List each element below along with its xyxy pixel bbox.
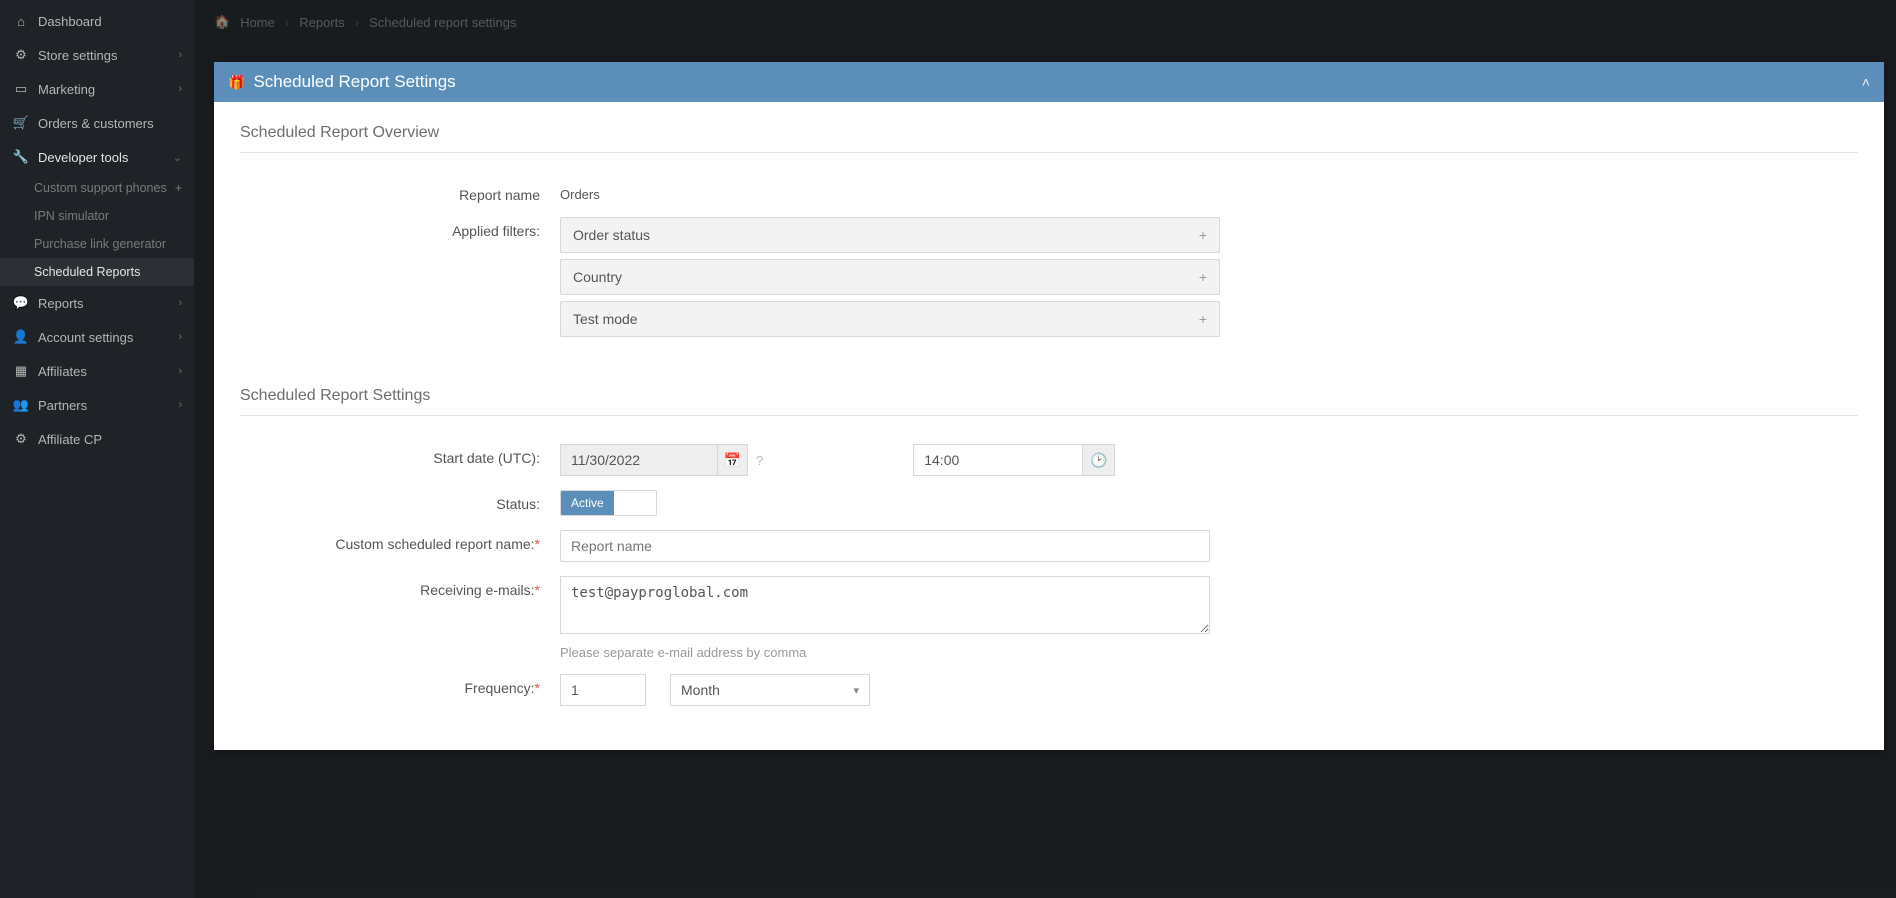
calendar-icon: 📅: [724, 452, 741, 469]
start-date-input[interactable]: [560, 444, 718, 476]
clock-button[interactable]: 🕑: [1083, 444, 1115, 476]
chevron-right-icon: ›: [178, 49, 182, 61]
nav-account-settings[interactable]: 👤 Account settings ›: [0, 320, 194, 354]
breadcrumb-separator: ›: [285, 15, 289, 30]
report-name-value: Orders: [560, 181, 1220, 202]
nav-partners[interactable]: 👥 Partners ›: [0, 388, 194, 422]
section-divider: [240, 415, 1858, 416]
nav-affiliate-cp[interactable]: ⚙ Affiliate CP: [0, 422, 194, 456]
plus-icon: +: [1199, 227, 1207, 243]
breadcrumb-separator: ›: [355, 15, 359, 30]
frequency-number-input[interactable]: [560, 674, 646, 706]
nav-store-settings[interactable]: ⚙ Store settings ›: [0, 38, 194, 72]
start-date-label: Start date (UTC):: [240, 444, 560, 466]
nav-label: Store settings: [38, 48, 118, 63]
nav-label: Partners: [38, 398, 87, 413]
breadcrumb-home[interactable]: Home: [240, 15, 275, 30]
emails-helper-text: Please separate e-mail address by comma: [560, 645, 1220, 660]
nav-sub-ipn-simulator[interactable]: IPN simulator: [0, 202, 194, 230]
status-toggle-handle: [614, 491, 656, 515]
overview-section-title: Scheduled Report Overview: [240, 124, 1858, 142]
nav-orders-customers[interactable]: 🛒 Orders & customers: [0, 106, 194, 140]
gear-icon: ⚙: [12, 431, 30, 447]
home-outline-icon: ⌂: [12, 14, 30, 29]
custom-name-label: Custom scheduled report name:*: [240, 530, 560, 552]
cart-icon: 🛒: [12, 115, 30, 131]
wrench-icon: 🔧: [12, 149, 30, 165]
frequency-unit-value: Month: [681, 682, 720, 698]
nav-sub-label: IPN simulator: [34, 209, 109, 223]
filter-test-mode[interactable]: Test mode +: [560, 301, 1220, 337]
chevron-right-icon: ›: [178, 331, 182, 343]
nav-label: Affiliates: [38, 364, 87, 379]
nav-sub-purchase-link-generator[interactable]: Purchase link generator: [0, 230, 194, 258]
panel-title: Scheduled Report Settings: [253, 72, 455, 92]
frequency-label: Frequency:*: [240, 674, 560, 696]
section-divider: [240, 152, 1858, 153]
applied-filters-label: Applied filters:: [240, 217, 560, 239]
nav-developer-tools[interactable]: 🔧 Developer tools ⌄: [0, 140, 194, 174]
breadcrumb-reports[interactable]: Reports: [299, 15, 345, 30]
calendar-button[interactable]: 📅: [718, 444, 748, 476]
nav-label: Account settings: [38, 330, 133, 345]
scheduled-report-panel: 🎁 Scheduled Report Settings ˄ Scheduled …: [214, 62, 1884, 750]
filter-order-status[interactable]: Order status +: [560, 217, 1220, 253]
status-label: Status:: [240, 490, 560, 512]
nav-label: Marketing: [38, 82, 95, 97]
status-active-label: Active: [561, 491, 614, 515]
plus-icon: +: [1199, 311, 1207, 327]
nav-label: Developer tools: [38, 150, 128, 165]
filter-label: Country: [573, 269, 622, 285]
gift-icon: 🎁: [228, 74, 245, 91]
main-content: 🏠 Home › Reports › Scheduled report sett…: [194, 0, 1896, 898]
sidebar: ⌂ Dashboard ⚙ Store settings › ▭ Marketi…: [0, 0, 194, 898]
nav-sub-custom-support-phones[interactable]: Custom support phones +: [0, 174, 194, 202]
chevron-right-icon: ›: [178, 83, 182, 95]
emails-label: Receiving e-mails:*: [240, 576, 560, 598]
clock-icon: 🕑: [1090, 452, 1107, 469]
chevron-right-icon: ›: [178, 297, 182, 309]
chevron-down-icon: ⌄: [173, 151, 182, 164]
filter-label: Test mode: [573, 311, 638, 327]
settings-section-title: Scheduled Report Settings: [240, 387, 1858, 405]
filter-country[interactable]: Country +: [560, 259, 1220, 295]
chevron-right-icon: ›: [178, 399, 182, 411]
nav-sub-label: Purchase link generator: [34, 237, 166, 251]
plus-icon: +: [175, 181, 182, 195]
nav-dashboard[interactable]: ⌂ Dashboard: [0, 4, 194, 38]
chevron-down-icon: ▾: [853, 684, 859, 697]
nav-label: Dashboard: [38, 14, 102, 29]
custom-report-name-input[interactable]: [560, 530, 1210, 562]
nav-sub-scheduled-reports[interactable]: Scheduled Reports: [0, 258, 194, 286]
nav-affiliates[interactable]: ▦ Affiliates ›: [0, 354, 194, 388]
nav-label: Affiliate CP: [38, 432, 102, 447]
home-icon: 🏠: [214, 14, 230, 30]
nav-reports[interactable]: 💬 Reports ›: [0, 286, 194, 320]
nav-label: Reports: [38, 296, 84, 311]
nav-sub-label: Custom support phones: [34, 181, 167, 195]
chevron-up-icon[interactable]: ˄: [1862, 74, 1870, 90]
breadcrumb: 🏠 Home › Reports › Scheduled report sett…: [202, 0, 1888, 44]
grid-icon: ▦: [12, 363, 30, 379]
start-time-input[interactable]: [913, 444, 1083, 476]
card-icon: ▭: [12, 81, 30, 97]
chat-icon: 💬: [12, 295, 30, 311]
people-icon: 👥: [12, 397, 30, 413]
panel-header: 🎁 Scheduled Report Settings ˄: [214, 62, 1884, 102]
breadcrumb-current: Scheduled report settings: [369, 15, 516, 30]
status-toggle[interactable]: Active: [560, 490, 657, 516]
frequency-unit-select[interactable]: Month ▾: [670, 674, 870, 706]
nav-marketing[interactable]: ▭ Marketing ›: [0, 72, 194, 106]
gear-icon: ⚙: [12, 47, 30, 63]
filter-label: Order status: [573, 227, 650, 243]
nav-sub-label: Scheduled Reports: [34, 265, 140, 279]
nav-label: Orders & customers: [38, 116, 154, 131]
help-icon[interactable]: ?: [756, 453, 763, 468]
report-name-label: Report name: [240, 181, 560, 203]
plus-icon: +: [1199, 269, 1207, 285]
user-icon: 👤: [12, 329, 30, 345]
receiving-emails-input[interactable]: [560, 576, 1210, 634]
chevron-right-icon: ›: [178, 365, 182, 377]
